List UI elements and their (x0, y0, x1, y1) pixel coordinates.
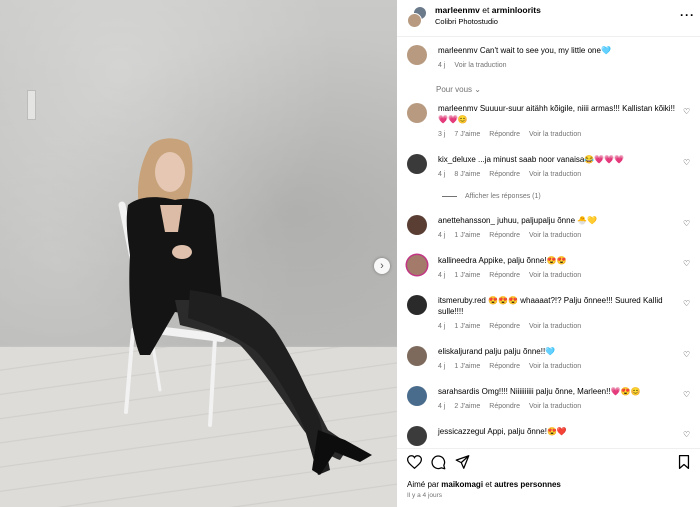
avatar[interactable] (407, 426, 427, 446)
avatar (407, 13, 422, 28)
comment-username[interactable]: marleenmv (438, 104, 478, 113)
comment-likes[interactable]: 1 J'aime (454, 323, 480, 330)
sort-dropdown[interactable]: Pour vous ⌄ (436, 85, 481, 94)
more-dots-icon[interactable]: ··· (680, 8, 695, 22)
liked-user[interactable]: maikomagi (441, 480, 483, 489)
heart-icon[interactable]: ♡ (683, 219, 690, 228)
reply-button[interactable]: Répondre (489, 403, 520, 410)
comment-likes[interactable]: 2 J'aime (454, 403, 480, 410)
comment-time: 4 j (438, 171, 446, 178)
comment-text: ...ja minust saab noor vanaisa😂💗💗💗 (478, 155, 625, 164)
comment-text: Appi, palju õnne!😍❤️ (487, 427, 567, 436)
translate-link[interactable]: Voir la traduction (454, 62, 506, 69)
comment-likes[interactable]: 7 J'aime (454, 131, 480, 138)
reply-button[interactable]: Répondre (489, 323, 520, 330)
comment-time: 4 j (438, 323, 446, 330)
action-bar: Aimé par maikomagi et autres personnes I… (397, 448, 700, 507)
liked-mid: et (485, 480, 492, 489)
translate-link[interactable]: Voir la traduction (529, 232, 581, 239)
reply-button[interactable]: Répondre (489, 272, 520, 279)
next-photo-button[interactable]: › (374, 258, 390, 274)
comment-time: 4 j (438, 232, 446, 239)
avatar[interactable] (407, 45, 427, 65)
avatar[interactable] (407, 215, 427, 235)
avatar[interactable] (407, 154, 427, 174)
avatar[interactable] (407, 255, 427, 275)
translate-link[interactable]: Voir la traduction (529, 171, 581, 178)
comments-panel: marleenmv et arminloorits Colibri Photos… (397, 0, 700, 507)
caption-username[interactable]: marleenmv (438, 46, 478, 55)
liked-others[interactable]: autres personnes (494, 480, 561, 489)
comment-text: Omg!!!! Niiiiiiiiii palju õnne, Marleen!… (481, 387, 641, 396)
avatar[interactable] (407, 295, 427, 315)
comment-time: 4 j (438, 363, 446, 370)
heart-icon[interactable]: ♡ (683, 350, 690, 359)
comment-time: 4 j (438, 272, 446, 279)
comment-username[interactable]: eliskaljurand (438, 347, 482, 356)
comment-bubble-icon[interactable] (431, 455, 446, 470)
comment-likes[interactable]: 8 J'aime (454, 171, 480, 178)
view-replies-button[interactable]: Afficher les réponses (1) (442, 193, 541, 200)
chevron-down-icon: ⌄ (474, 85, 481, 94)
comment-username[interactable]: kallineedra (438, 256, 477, 265)
avatar[interactable] (407, 386, 427, 406)
comment-username[interactable]: sarahsardis (438, 387, 479, 396)
post-authors: marleenmv et arminloorits (435, 5, 541, 16)
post-header: marleenmv et arminloorits Colibri Photos… (397, 0, 700, 37)
likes-summary: Aimé par maikomagi et autres personnes (407, 480, 561, 489)
share-send-icon[interactable] (455, 455, 470, 469)
replies-label: Afficher les réponses (1) (465, 193, 541, 200)
heart-icon[interactable]: ♡ (683, 259, 690, 268)
comments-list: marleenmv Can't wait to see you, my litt… (397, 38, 700, 448)
reply-button[interactable]: Répondre (489, 131, 520, 138)
comment-text: juhuu, paljupalju õnne 🐣💛 (497, 216, 598, 225)
comment-likes[interactable]: 1 J'aime (454, 232, 480, 239)
comment-username[interactable]: kix_deluxe (438, 155, 476, 164)
author-avatars[interactable] (407, 6, 429, 28)
comment-likes[interactable]: 1 J'aime (454, 363, 480, 370)
post-photo: › (0, 0, 397, 507)
bookmark-icon[interactable] (678, 455, 690, 469)
comment-username[interactable]: anettehansson_ (438, 216, 495, 225)
like-heart-icon[interactable] (407, 455, 422, 469)
comment-text: Appike, palju õnne!😍😍 (478, 256, 567, 265)
comment-username[interactable]: itsmeruby.red (438, 296, 486, 305)
reply-button[interactable]: Répondre (489, 232, 520, 239)
reply-button[interactable]: Répondre (489, 171, 520, 178)
translate-link[interactable]: Voir la traduction (529, 272, 581, 279)
post-timestamp: Il y a 4 jours (407, 492, 443, 499)
coauthor-username[interactable]: arminloorits (492, 5, 541, 15)
heart-icon[interactable]: ♡ (683, 158, 690, 167)
replies-line (442, 195, 457, 197)
translate-link[interactable]: Voir la traduction (529, 323, 581, 330)
caption-time: 4 j (438, 62, 446, 69)
translate-link[interactable]: Voir la traduction (529, 363, 581, 370)
liked-prefix: Aimé par (407, 480, 440, 489)
comment-text: palju palju õnne!!🩵 (484, 347, 556, 356)
reply-button[interactable]: Répondre (489, 363, 520, 370)
comment-time: 4 j (438, 403, 446, 410)
photo-figure (118, 138, 372, 475)
heart-icon[interactable]: ♡ (683, 430, 690, 439)
comment-likes[interactable]: 1 J'aime (454, 272, 480, 279)
author-username[interactable]: marleenmv (435, 5, 480, 15)
caption-text: Can't wait to see you, my little one🩵 (479, 46, 611, 55)
translate-link[interactable]: Voir la traduction (529, 131, 581, 138)
avatar[interactable] (407, 103, 427, 123)
comment-time: 3 j (438, 131, 446, 138)
comment-username[interactable]: jessicazzegul (438, 427, 486, 436)
authors-connector: et (482, 5, 490, 15)
translate-link[interactable]: Voir la traduction (529, 403, 581, 410)
avatar[interactable] (407, 346, 427, 366)
heart-icon[interactable]: ♡ (683, 107, 690, 116)
post-location[interactable]: Colibri Photostudio (435, 17, 498, 26)
heart-icon[interactable]: ♡ (683, 390, 690, 399)
heart-icon[interactable]: ♡ (683, 299, 690, 308)
sort-label: Pour vous (436, 85, 473, 94)
